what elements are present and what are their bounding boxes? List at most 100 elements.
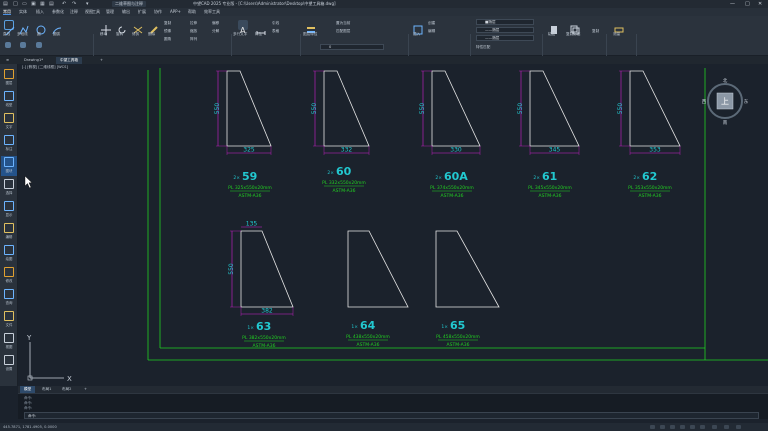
scale-button[interactable]: 缩放: [190, 29, 197, 33]
drawing-canvas[interactable]: 550 325 2× 59 PL 325x550x20mm ASTM-A36 550 332 2…: [18, 64, 768, 386]
redo-icon[interactable]: ↷: [72, 1, 76, 7]
polar-toggle-icon[interactable]: [680, 425, 685, 429]
layout-tab[interactable]: 布局2: [58, 386, 75, 393]
annotation-scale-icon[interactable]: [712, 425, 717, 429]
lineweight-toggle-icon[interactable]: [700, 425, 705, 429]
match-properties-button[interactable]: 特性匹配: [476, 45, 490, 49]
snap-toggle-icon[interactable]: [660, 425, 665, 429]
save-icon[interactable]: ▣: [31, 1, 36, 7]
edit-block-button[interactable]: 编辑: [428, 29, 435, 33]
menu-item[interactable]: 协作: [154, 10, 162, 14]
erase-icon[interactable]: [149, 20, 159, 34]
set-current-button[interactable]: 置为当前: [336, 21, 350, 25]
circle-button[interactable]: 圆: [37, 32, 41, 36]
arc-icon[interactable]: [52, 20, 62, 35]
menu-item[interactable]: 插入: [36, 10, 44, 14]
menu-item[interactable]: 注释: [70, 10, 78, 14]
close-icon[interactable]: ✕: [758, 1, 762, 7]
fillet-button[interactable]: 圆角: [164, 37, 171, 41]
workspace-icon[interactable]: [724, 425, 729, 429]
lineweight-dropdown[interactable]: ——随层: [476, 35, 534, 41]
app-menu-icon[interactable]: ▤: [3, 1, 8, 7]
workspace-switch-button[interactable]: 二维草图与注释: [112, 1, 146, 7]
menu-item[interactable]: APP+: [170, 10, 181, 14]
drawing-svg[interactable]: 5503252× 59PL 325x550x20mmASTM-A365503322…: [18, 64, 768, 386]
paste-icon[interactable]: [549, 20, 559, 34]
grid-toggle-icon[interactable]: [650, 425, 655, 429]
ellipse-icon[interactable]: [36, 42, 42, 48]
menu-item[interactable]: 管理: [106, 10, 114, 14]
left-tool-query[interactable]: 查询: [1, 288, 17, 308]
quick-access-more-icon[interactable]: ▾: [86, 1, 89, 7]
menu-item[interactable]: 效率工具: [204, 10, 220, 14]
dimension-button[interactable]: 标注: [255, 32, 262, 36]
menu-item[interactable]: 扩展: [138, 10, 146, 14]
document-tab[interactable]: Drawing1*: [20, 57, 47, 64]
document-tab[interactable]: 中望工具箱: [56, 57, 82, 64]
rotate-icon[interactable]: [117, 20, 127, 34]
layout-tab[interactable]: 模型: [20, 386, 36, 393]
offset-button[interactable]: 偏移: [212, 21, 219, 25]
match-layer-button[interactable]: 匹配图层: [336, 29, 350, 33]
layout-tab[interactable]: 布局1: [38, 386, 55, 393]
osnap-toggle-icon[interactable]: [690, 425, 695, 429]
menu-item[interactable]: 工具: [92, 10, 100, 14]
copy-button-2[interactable]: 复制: [592, 29, 599, 33]
paste-button[interactable]: 粘贴: [548, 32, 555, 36]
save-as-icon[interactable]: ▦: [40, 1, 45, 7]
layout-tab[interactable]: +: [80, 386, 91, 393]
rotate-button[interactable]: 旋转: [116, 32, 123, 36]
mtext-button[interactable]: 多行文字: [233, 32, 247, 36]
line-button[interactable]: 直线: [3, 32, 10, 36]
layer-properties-icon[interactable]: [306, 20, 316, 33]
new-tab-icon[interactable]: +: [96, 57, 107, 64]
trim-button[interactable]: 修剪: [132, 32, 139, 36]
minimize-icon[interactable]: —: [730, 1, 735, 7]
copy-clip-button[interactable]: 复制剪贴: [566, 32, 580, 36]
insert-block-icon[interactable]: [413, 20, 423, 35]
explode-button[interactable]: 分解: [212, 29, 219, 33]
mtext-icon[interactable]: A: [238, 20, 248, 35]
viewport-label[interactable]: [-] [俯视] [二维线框] [WCS]: [22, 65, 68, 70]
open-file-icon[interactable]: ▭: [22, 1, 27, 7]
polyline-icon[interactable]: [19, 20, 29, 35]
left-tool-display[interactable]: 显示: [1, 200, 17, 220]
move-icon[interactable]: [101, 20, 111, 35]
print-icon[interactable]: ▤: [49, 1, 54, 7]
left-tool-file[interactable]: 文件: [1, 310, 17, 330]
mirror-button[interactable]: 镜像: [164, 29, 171, 33]
left-tool-settings[interactable]: 设置: [1, 354, 17, 374]
left-tool-block[interactable]: 图块: [1, 156, 17, 176]
polyline-button[interactable]: 多段线: [17, 32, 28, 36]
left-tool-view[interactable]: 视图: [1, 332, 17, 352]
file-tab-menu-icon[interactable]: ≡: [2, 57, 13, 64]
new-file-icon[interactable]: □: [13, 1, 18, 7]
left-tool-dimension[interactable]: 标注: [1, 134, 17, 154]
left-tool-draw[interactable]: 绘图: [1, 244, 17, 264]
rectangle-icon[interactable]: [5, 42, 11, 48]
erase-button[interactable]: 删除: [148, 32, 155, 36]
color-dropdown[interactable]: ■随层: [476, 19, 534, 25]
menu-item[interactable]: 输出: [122, 10, 130, 14]
left-tool-linetype[interactable]: 线型: [1, 90, 17, 110]
dimension-icon[interactable]: [256, 20, 266, 35]
left-tool-text[interactable]: 文字: [1, 112, 17, 132]
copy-button[interactable]: 复制: [164, 21, 171, 25]
create-block-button[interactable]: 创建: [428, 21, 435, 25]
menu-item[interactable]: 实体: [19, 10, 27, 14]
trim-icon[interactable]: [133, 20, 143, 34]
customize-icon[interactable]: [736, 425, 741, 429]
undo-icon[interactable]: ↶: [62, 1, 66, 7]
arc-button[interactable]: 圆弧: [53, 32, 60, 36]
insert-block-button[interactable]: 插入: [413, 32, 420, 36]
menu-item[interactable]: 帮助: [188, 10, 196, 14]
command-input[interactable]: 命令:: [24, 412, 759, 419]
measure-button[interactable]: 测量: [613, 32, 620, 36]
array-button[interactable]: 阵列: [190, 37, 197, 41]
measure-icon[interactable]: [614, 20, 624, 33]
maximize-icon[interactable]: □: [745, 1, 750, 7]
menu-item[interactable]: 参数化: [52, 10, 64, 14]
line-icon[interactable]: [4, 20, 15, 36]
layer-dropdown[interactable]: 0: [320, 44, 384, 50]
layer-properties-button[interactable]: 图层特性: [303, 32, 317, 36]
